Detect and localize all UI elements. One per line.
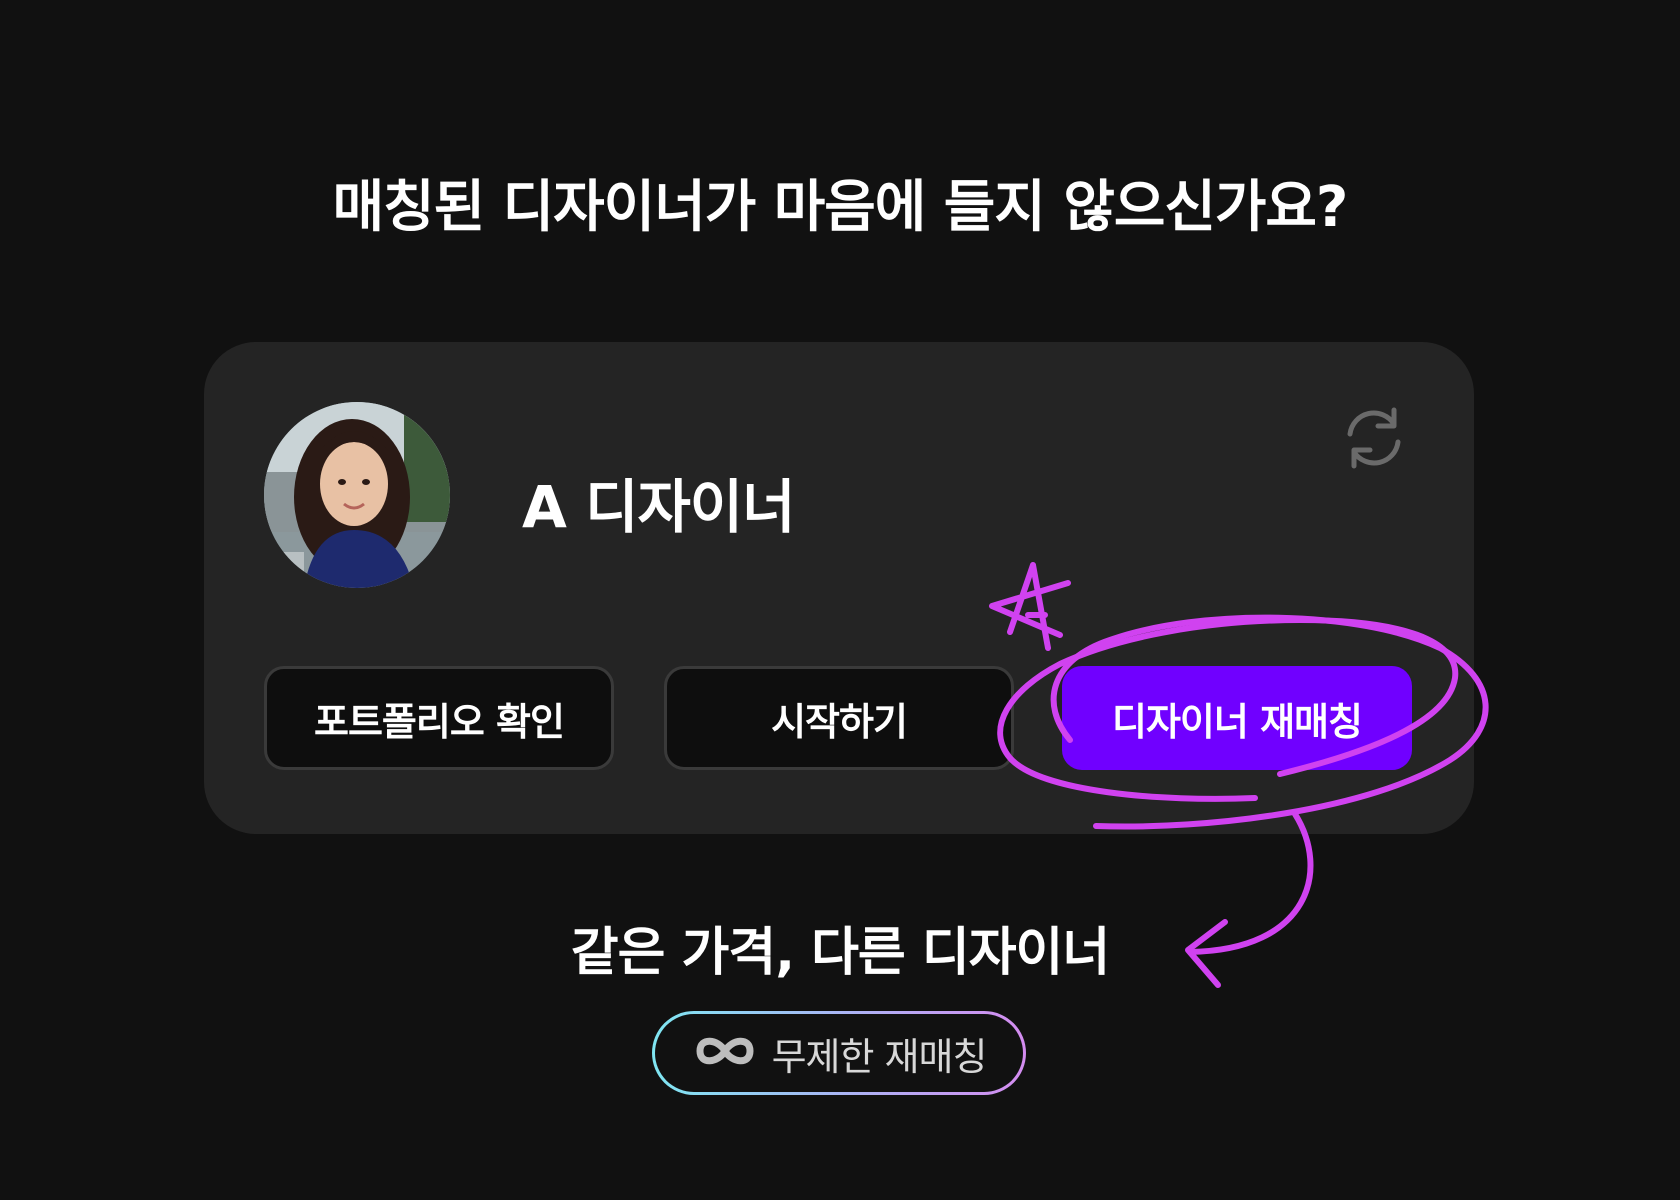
infinity-icon	[692, 1031, 758, 1075]
page-title: 매칭된 디자이너가 마음에 들지 않으신가요?	[332, 175, 1349, 240]
badge-label: 무제한 재매칭	[771, 1034, 988, 1079]
unlimited-rematch-badge: 무제한 재매칭	[652, 1011, 1026, 1095]
designer-name: A 디자이너	[522, 473, 796, 541]
subheadline: 같은 가격, 다른 디자이너	[570, 923, 1110, 983]
rematch-button[interactable]: 디자이너 재매칭	[1062, 666, 1412, 770]
start-button[interactable]: 시작하기	[664, 666, 1014, 770]
refresh-icon[interactable]	[1338, 402, 1410, 474]
designer-card: A 디자이너 포트폴리오 확인 시작하기 디자이너 재매칭	[204, 342, 1474, 834]
designer-avatar	[264, 402, 450, 588]
portfolio-button[interactable]: 포트폴리오 확인	[264, 666, 614, 770]
